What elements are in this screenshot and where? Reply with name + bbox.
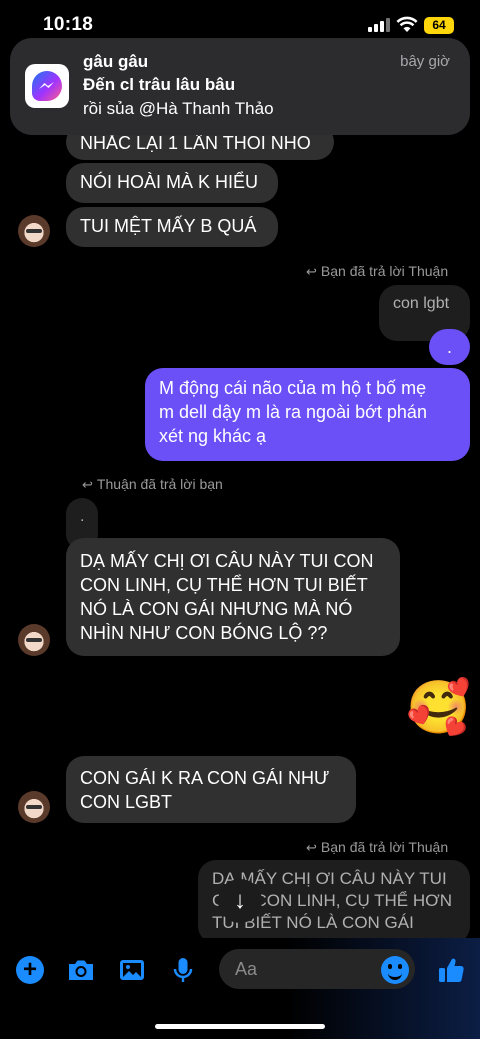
- message-bubble[interactable]: DẠ MẤY CHỊ ƠI CÂU NÀY TUI CON CON LINH, …: [66, 538, 400, 656]
- messenger-notification[interactable]: gâu gâu Đến cl trâu lâu bâu rồi sủa @Hà …: [10, 38, 470, 135]
- home-indicator[interactable]: [155, 1024, 325, 1029]
- reply-info: ↩ Thuận đã trả lời bạn: [82, 476, 223, 492]
- reply-info: ↩ Bạn đã trả lời Thuận: [306, 839, 449, 855]
- emoji-icon[interactable]: [381, 956, 409, 984]
- wifi-icon: [396, 16, 418, 32]
- reply-arrow-icon: ↩: [82, 477, 93, 492]
- avatar[interactable]: [18, 791, 50, 823]
- camera-icon[interactable]: [66, 955, 96, 985]
- messenger-icon: [25, 64, 69, 108]
- smiling-hearts-emoji[interactable]: 🥰: [406, 678, 471, 738]
- plus-icon[interactable]: +: [16, 956, 44, 984]
- reply-info: ↩ Bạn đã trả lời Thuận: [306, 263, 449, 279]
- reply-arrow-icon: ↩: [306, 840, 317, 855]
- status-time: 10:18: [43, 14, 94, 35]
- like-icon[interactable]: [436, 955, 466, 985]
- message-bubble-out[interactable]: .: [429, 329, 470, 365]
- message-bubble[interactable]: NÓI HOÀI MÀ K HIỂU: [66, 163, 278, 203]
- battery-icon: 64: [424, 17, 454, 34]
- notification-time: bây giờ: [400, 53, 450, 70]
- avatar[interactable]: [18, 624, 50, 656]
- avatar[interactable]: [18, 215, 50, 247]
- microphone-icon[interactable]: [168, 955, 198, 985]
- message-bubble[interactable]: CON GÁI K RA CON GÁI NHƯ CON LGBT: [66, 756, 356, 823]
- arrow-down-icon: ↓: [234, 887, 246, 914]
- message-bubble-out[interactable]: M động cái não của m hộ t bố mẹ m dell d…: [145, 368, 470, 461]
- photo-icon[interactable]: [117, 955, 147, 985]
- scroll-down-button[interactable]: ↓: [218, 879, 262, 923]
- notification-sender: gâu gâu: [83, 52, 149, 71]
- reply-arrow-icon: ↩: [306, 264, 317, 279]
- signal-icon: [368, 18, 390, 32]
- notification-title: Đến cl trâu lâu bâu: [83, 75, 236, 94]
- notification-body: rồi sủa @Hà Thanh Thảo: [83, 99, 274, 118]
- message-bubble[interactable]: TUI MỆT MẤY B QUÁ: [66, 207, 278, 247]
